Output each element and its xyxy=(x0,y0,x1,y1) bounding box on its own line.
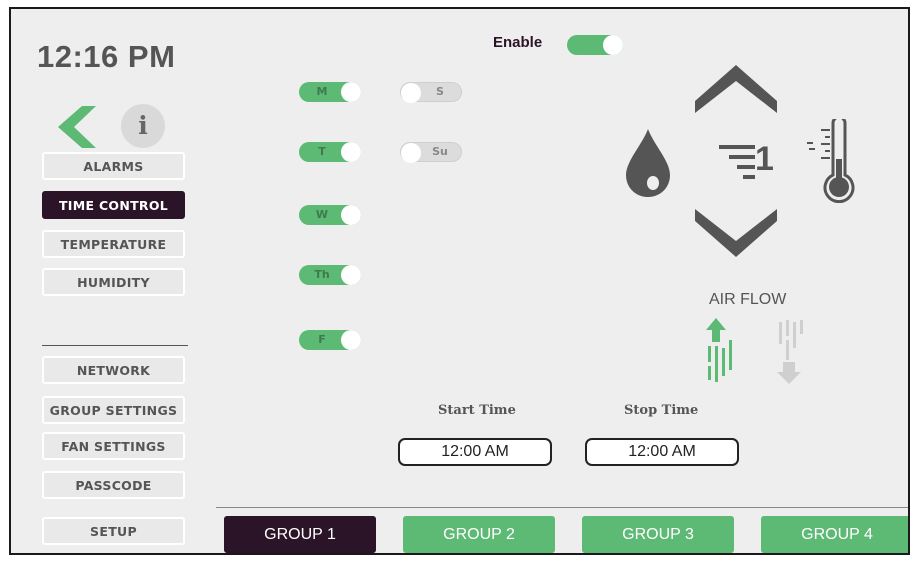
enable-toggle[interactable] xyxy=(567,35,623,55)
toggle-knob xyxy=(341,82,361,102)
day-toggle-thursday[interactable]: Th xyxy=(299,265,361,285)
day-label: Su xyxy=(432,145,448,158)
chevron-down-icon[interactable] xyxy=(695,207,777,257)
tab-group-4[interactable]: GROUP 4 xyxy=(761,516,908,553)
day-label: T xyxy=(318,145,326,158)
toggle-knob xyxy=(341,142,361,162)
day-toggle-friday[interactable]: F xyxy=(299,330,361,350)
stop-time-label: Stop Time xyxy=(624,403,699,418)
sidebar-item-humidity[interactable]: HUMIDITY xyxy=(42,268,185,296)
fan-speed-icon xyxy=(719,145,755,179)
airflow-label: AIR FLOW xyxy=(709,291,787,308)
tab-divider xyxy=(216,507,908,508)
tab-group-3[interactable]: GROUP 3 xyxy=(582,516,734,553)
info-icon[interactable]: i xyxy=(121,104,165,148)
toggle-knob xyxy=(341,205,361,225)
droplet-icon xyxy=(626,129,670,197)
day-label: S xyxy=(436,85,444,98)
toggle-knob xyxy=(341,265,361,285)
sidebar-item-network[interactable]: NETWORK xyxy=(42,356,185,384)
stop-time-field[interactable]: 12:00 AM xyxy=(585,438,739,466)
fan-speed-value: 1 xyxy=(755,140,774,178)
sidebar-item-group-settings[interactable]: GROUP SETTINGS xyxy=(42,396,185,424)
day-label: W xyxy=(315,208,329,221)
day-label: M xyxy=(316,85,328,98)
airflow-up-icon[interactable] xyxy=(706,318,740,384)
tab-group-2[interactable]: GROUP 2 xyxy=(403,516,555,553)
thermostat-screen: 12:16 PM i ALARMS TIME CONTROL TEMPERATU… xyxy=(9,7,910,555)
toggle-knob xyxy=(603,35,623,55)
tab-group-1[interactable]: GROUP 1 xyxy=(224,516,376,553)
airflow-down-icon[interactable] xyxy=(771,318,805,384)
clock: 12:16 PM xyxy=(37,39,176,74)
sidebar-divider xyxy=(42,345,188,346)
toggle-knob xyxy=(401,143,421,163)
start-time-field[interactable]: 12:00 AM xyxy=(398,438,552,466)
setup-button[interactable]: SETUP xyxy=(42,517,185,545)
sidebar-item-passcode[interactable]: PASSCODE xyxy=(42,471,185,499)
enable-label: Enable xyxy=(493,34,543,51)
day-toggle-saturday[interactable]: S xyxy=(400,82,462,103)
start-time-label: Start Time xyxy=(438,403,516,418)
day-label: F xyxy=(318,333,326,346)
sidebar-item-alarms[interactable]: ALARMS xyxy=(42,152,185,180)
sidebar-item-fan-settings[interactable]: FAN SETTINGS xyxy=(42,432,185,460)
chevron-left-icon[interactable] xyxy=(49,102,99,152)
toggle-knob xyxy=(401,83,421,103)
chevron-up-icon[interactable] xyxy=(695,65,777,115)
sidebar-item-time-control[interactable]: TIME CONTROL xyxy=(42,191,185,219)
day-toggle-monday[interactable]: M xyxy=(299,82,361,102)
toggle-knob xyxy=(341,330,361,350)
sidebar-item-temperature[interactable]: TEMPERATURE xyxy=(42,230,185,258)
day-label: Th xyxy=(314,268,330,281)
day-toggle-wednesday[interactable]: W xyxy=(299,205,361,225)
thermometer-icon xyxy=(807,119,855,203)
day-toggle-sunday[interactable]: Su xyxy=(400,142,462,163)
day-toggle-tuesday[interactable]: T xyxy=(299,142,361,162)
